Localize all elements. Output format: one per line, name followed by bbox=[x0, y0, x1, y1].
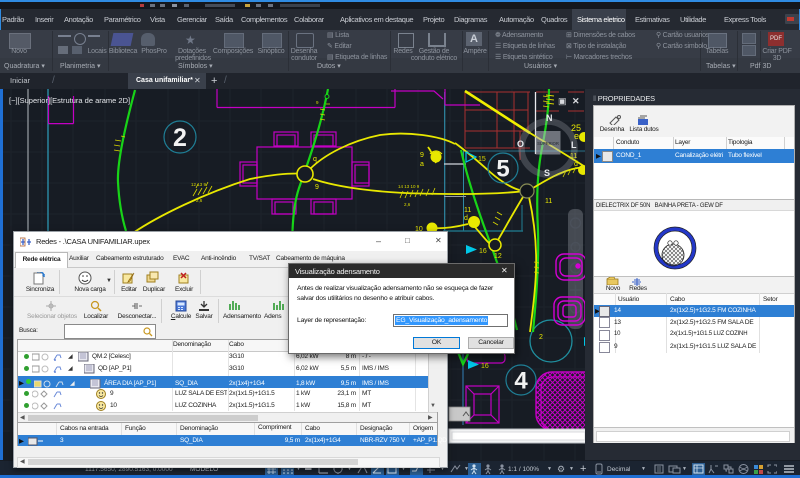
svg-text:11: 11 bbox=[464, 207, 471, 214]
svg-text:16: 16 bbox=[479, 248, 487, 255]
svg-text:▣: ▣ bbox=[558, 96, 567, 106]
svg-text:N: N bbox=[546, 113, 553, 123]
svg-text:2: 2 bbox=[173, 124, 187, 152]
svg-text:SUPERIOR: SUPERIOR bbox=[537, 141, 559, 146]
svg-text:q: q bbox=[313, 156, 317, 163]
svg-text:a: a bbox=[420, 161, 424, 168]
svg-text:2: 2 bbox=[539, 334, 543, 341]
svg-text:12: 12 bbox=[494, 253, 502, 260]
svg-text:16: 16 bbox=[481, 363, 489, 370]
svg-text:✕: ✕ bbox=[572, 96, 580, 106]
svg-text:9: 9 bbox=[316, 100, 319, 105]
svg-text:15: 15 bbox=[478, 156, 486, 163]
svg-text:2,6: 2,6 bbox=[404, 202, 411, 207]
svg-text:9: 9 bbox=[420, 152, 424, 159]
svg-text:S: S bbox=[544, 168, 550, 178]
svg-text:d: d bbox=[574, 161, 578, 168]
svg-text:5: 5 bbox=[496, 156, 509, 183]
svg-text:11: 11 bbox=[545, 198, 552, 205]
svg-text:12 13 9: 12 13 9 bbox=[191, 182, 207, 187]
svg-text:[−][Superior][Estrutura de ara: [−][Superior][Estrutura de arame 2D] bbox=[9, 96, 130, 105]
svg-text:O: O bbox=[517, 139, 524, 149]
svg-text:L: L bbox=[571, 140, 577, 150]
svg-text:9: 9 bbox=[315, 184, 319, 191]
svg-text:2,6: 2,6 bbox=[196, 198, 203, 203]
svg-text:4: 4 bbox=[514, 368, 528, 395]
svg-text:d: d bbox=[464, 215, 468, 222]
svg-text:14 13 10 9: 14 13 10 9 bbox=[398, 184, 420, 189]
